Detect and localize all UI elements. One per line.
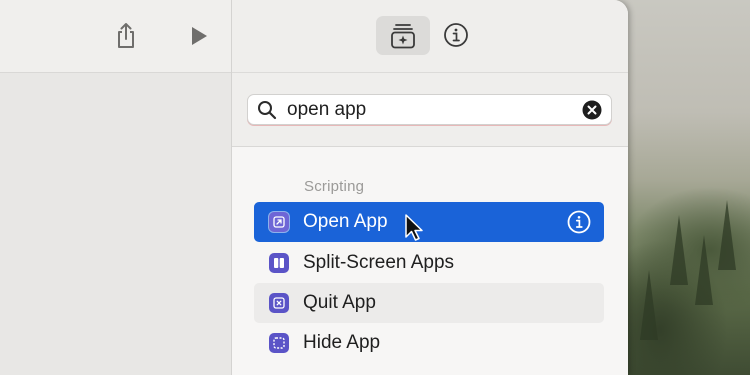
magnifier-icon bbox=[257, 100, 277, 125]
actions-list: Scripting Open App Split-Screen Apps Qui… bbox=[232, 147, 628, 375]
library-icon[interactable] bbox=[376, 16, 430, 55]
action-label: Hide App bbox=[303, 332, 381, 353]
tree-silhouette bbox=[640, 270, 658, 340]
action-row-split-screen-apps[interactable]: Split-Screen Apps bbox=[254, 243, 604, 283]
tree-silhouette bbox=[695, 235, 713, 305]
shortcuts-window: open app Scripting Open App Split-Screen… bbox=[0, 0, 628, 375]
share-icon[interactable] bbox=[112, 20, 140, 52]
mouse-pointer-icon bbox=[404, 213, 424, 248]
tree-silhouette bbox=[670, 215, 688, 285]
action-row-quit-app[interactable]: Quit App bbox=[254, 283, 604, 323]
quit-app-icon bbox=[269, 293, 289, 313]
search-field[interactable]: open app bbox=[247, 94, 612, 125]
tree-silhouette bbox=[718, 200, 736, 270]
search-area: open app bbox=[232, 73, 628, 147]
editor-toolbar bbox=[0, 0, 231, 73]
hide-app-icon bbox=[269, 333, 289, 353]
search-input[interactable]: open app bbox=[287, 99, 366, 121]
action-label: Open App bbox=[303, 211, 388, 232]
play-icon[interactable] bbox=[186, 22, 212, 50]
action-label: Split-Screen Apps bbox=[303, 252, 455, 273]
clear-icon[interactable] bbox=[582, 100, 602, 120]
split-screen-icon bbox=[269, 253, 289, 273]
info-icon[interactable] bbox=[441, 20, 471, 50]
actions-sidebar: open app Scripting Open App Split-Screen… bbox=[232, 0, 628, 375]
section-header: Scripting bbox=[304, 178, 365, 195]
open-app-icon bbox=[269, 212, 289, 232]
action-label: Quit App bbox=[303, 292, 376, 313]
action-row-open-app[interactable]: Open App bbox=[254, 202, 604, 242]
action-row-hide-app[interactable]: Hide App bbox=[254, 323, 604, 363]
editor-pane bbox=[0, 0, 231, 375]
sidebar-toolbar bbox=[232, 0, 628, 73]
info-icon[interactable] bbox=[567, 210, 591, 234]
